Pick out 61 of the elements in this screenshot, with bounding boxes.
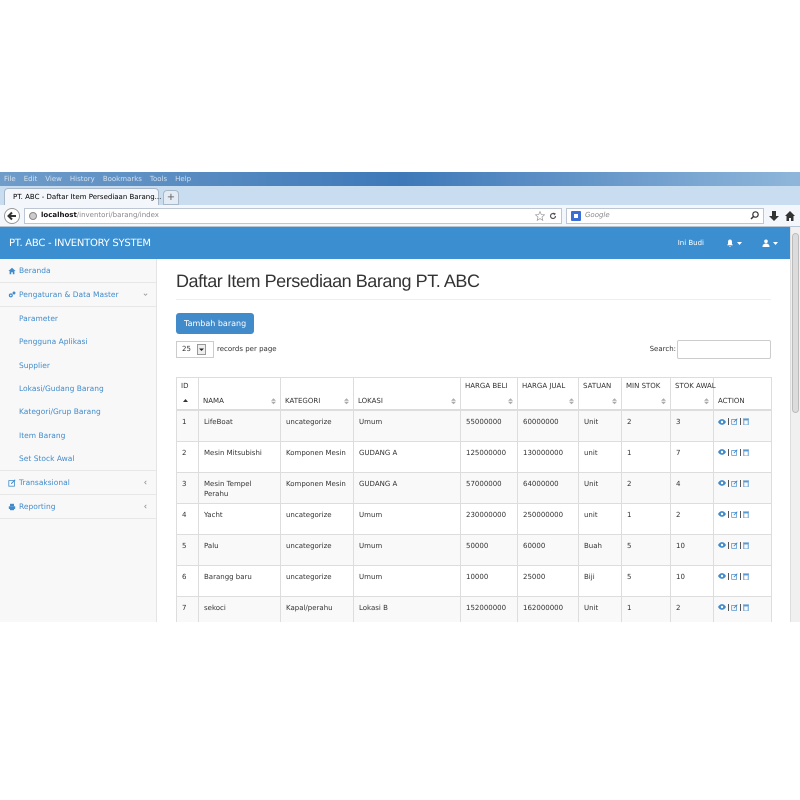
view-icon[interactable] bbox=[718, 604, 726, 610]
separator bbox=[740, 480, 741, 486]
view-icon[interactable] bbox=[718, 449, 726, 455]
scrollbar[interactable] bbox=[790, 227, 800, 622]
new-tab-button[interactable]: + bbox=[163, 190, 179, 205]
separator bbox=[728, 604, 729, 610]
back-icon[interactable] bbox=[4, 208, 20, 224]
separator bbox=[728, 418, 729, 425]
view-icon[interactable] bbox=[718, 480, 726, 486]
star-icon[interactable] bbox=[535, 210, 545, 220]
edit-icon bbox=[8, 478, 16, 487]
trash-icon[interactable] bbox=[743, 448, 749, 456]
bell-icon bbox=[726, 239, 734, 247]
separator bbox=[728, 480, 729, 486]
edit-icon[interactable] bbox=[731, 448, 738, 456]
edit-icon[interactable] bbox=[731, 604, 738, 610]
trash-icon[interactable] bbox=[743, 418, 749, 425]
printer-icon bbox=[8, 502, 16, 511]
download-icon[interactable] bbox=[768, 210, 780, 222]
separator bbox=[728, 572, 729, 580]
edit-icon[interactable] bbox=[731, 418, 738, 425]
trash-icon[interactable] bbox=[743, 480, 749, 486]
brand-title[interactable]: PT. ABC - INVENTORY SYSTEM bbox=[9, 236, 151, 250]
separator bbox=[740, 510, 741, 518]
edit-icon[interactable] bbox=[731, 510, 738, 518]
separator bbox=[740, 418, 741, 425]
user-icon bbox=[762, 239, 770, 247]
separator bbox=[740, 572, 741, 580]
caret-icon bbox=[737, 242, 742, 244]
search-engine-icon bbox=[571, 210, 581, 220]
home-icon bbox=[8, 266, 16, 274]
view-icon[interactable] bbox=[718, 542, 726, 548]
search-icon[interactable] bbox=[750, 211, 759, 220]
trash-icon[interactable] bbox=[743, 542, 749, 548]
table-search-field[interactable] bbox=[677, 340, 771, 359]
gears-icon bbox=[8, 290, 16, 298]
trash-icon[interactable] bbox=[743, 510, 749, 518]
globe-icon bbox=[29, 212, 37, 220]
trash-icon[interactable] bbox=[743, 604, 749, 610]
edit-icon[interactable] bbox=[731, 572, 738, 580]
add-item-button[interactable]: Tambah barang bbox=[176, 313, 254, 334]
sort-icon[interactable] bbox=[183, 398, 188, 405]
caret-icon bbox=[773, 242, 778, 244]
edit-icon[interactable] bbox=[731, 542, 738, 548]
page-title: Daftar Item Persediaan Barang PT. ABC bbox=[176, 259, 771, 300]
separator bbox=[740, 448, 741, 456]
view-icon[interactable] bbox=[718, 573, 726, 579]
user-menu[interactable] bbox=[762, 239, 778, 247]
notification-menu[interactable] bbox=[726, 239, 742, 247]
separator bbox=[728, 542, 729, 548]
separator bbox=[728, 510, 729, 518]
view-icon[interactable] bbox=[718, 418, 726, 424]
edit-icon[interactable] bbox=[731, 480, 738, 486]
reload-icon[interactable] bbox=[549, 212, 557, 220]
dropdown-icon bbox=[196, 344, 206, 355]
view-icon[interactable] bbox=[718, 511, 726, 517]
home-icon[interactable] bbox=[784, 210, 796, 222]
separator bbox=[728, 448, 729, 456]
trash-icon[interactable] bbox=[743, 572, 749, 580]
separator bbox=[740, 604, 741, 610]
separator bbox=[740, 542, 741, 548]
